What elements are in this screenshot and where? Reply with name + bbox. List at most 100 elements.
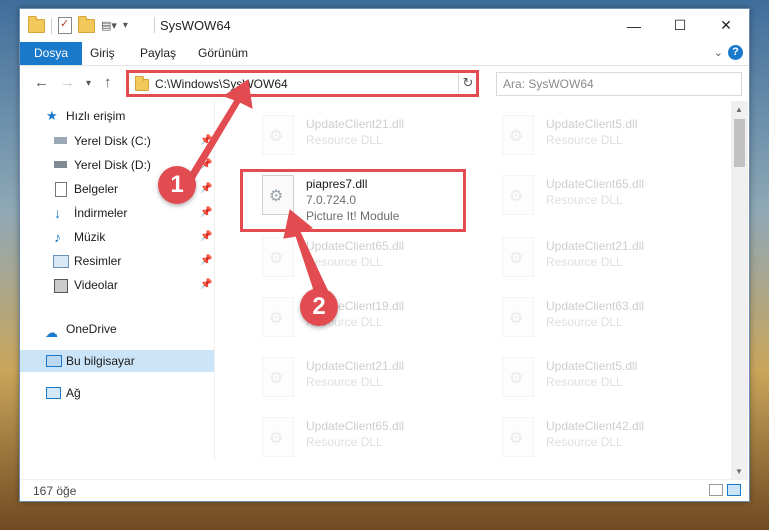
sidebar-item-downloads[interactable]: ↓ İndirmeler 📌	[20, 202, 214, 224]
sidebar-item-videos[interactable]: Videolar 📌	[20, 274, 214, 296]
file-name: UpdateClient21.dll	[546, 239, 645, 253]
ribbon-tabs: Dosya Giriş Paylaş Görünüm ⌄ ?	[20, 42, 749, 66]
pictures-icon	[53, 255, 69, 268]
sidebar-item-label: Yerel Disk (C:)	[74, 134, 151, 148]
back-button[interactable]: ←	[34, 74, 49, 91]
maximize-button[interactable]: ☐	[657, 9, 703, 42]
sidebar-item-network[interactable]: Ağ	[20, 382, 214, 404]
list-item[interactable]: UpdateClient65.dll Resource DLL	[256, 231, 466, 283]
file-type: Resource DLL	[306, 375, 383, 389]
list-item[interactable]: UpdateClient65.dll Resource DLL	[256, 411, 466, 461]
list-item[interactable]: UpdateClient63.dll Resource DLL	[496, 291, 706, 343]
list-item[interactable]: UpdateClient42.dll Resource DLL	[496, 411, 706, 461]
pin-icon[interactable]: 📌	[200, 178, 212, 200]
view-buttons	[709, 484, 741, 496]
file-type: Resource DLL	[546, 375, 623, 389]
search-input[interactable]: Ara: SysWOW64	[496, 72, 742, 96]
sidebar-item-label: Bu bilgisayar	[66, 354, 135, 368]
scrollbar-thumb[interactable]	[734, 119, 745, 167]
pin-icon[interactable]: 📌	[200, 274, 212, 296]
step-1-badge: 1	[158, 166, 196, 204]
file-name: UpdateClient21.dll	[306, 359, 405, 373]
details-view-icon[interactable]	[709, 484, 723, 496]
sidebar-item-label: Belgeler	[74, 182, 119, 196]
tab-share[interactable]: Paylaş	[128, 42, 188, 65]
scroll-down-icon[interactable]: ▼	[735, 467, 743, 476]
file-type: Resource DLL	[546, 435, 623, 449]
pin-icon[interactable]: 📌	[200, 130, 212, 152]
sidebar-item-label: Ağ	[66, 386, 81, 400]
vertical-scrollbar[interactable]: ▲ ▼	[731, 101, 748, 479]
pin-icon[interactable]: 📌	[200, 226, 212, 248]
sidebar-item-drive-c[interactable]: Yerel Disk (C:) 📌	[20, 130, 214, 152]
file-name: UpdateClient5.dll	[546, 359, 638, 373]
dll-file-icon	[502, 417, 534, 457]
sidebar-item-label: Videolar	[74, 278, 118, 292]
window-title: SysWOW64	[160, 18, 231, 33]
item-count: 167 öğe	[33, 484, 77, 498]
list-item[interactable]: UpdateClient21.dll Resource DLL	[256, 351, 466, 403]
title-divider	[154, 17, 155, 33]
file-list: UpdateClient21.dll Resource DLL UpdateCl…	[216, 101, 731, 461]
large-icons-view-icon[interactable]	[727, 484, 741, 496]
pin-icon[interactable]: 📌	[200, 154, 212, 176]
file-type: Resource DLL	[306, 133, 383, 147]
computer-icon	[46, 355, 62, 367]
forward-button[interactable]: →	[60, 74, 75, 91]
sidebar-item-music[interactable]: ♪ Müzik 📌	[20, 226, 214, 248]
file-highlight	[240, 169, 466, 232]
step-2-badge: 2	[300, 288, 338, 326]
minimize-button[interactable]: —	[611, 9, 657, 42]
sidebar-item-pictures[interactable]: Resimler 📌	[20, 250, 214, 272]
pin-icon[interactable]: 📌	[200, 202, 212, 224]
up-button[interactable]: ↑	[104, 74, 112, 91]
new-folder-icon[interactable]	[78, 15, 95, 33]
sidebar-item-this-pc[interactable]: Bu bilgisayar	[20, 350, 214, 372]
list-item[interactable]: UpdateClient65.dll Resource DLL	[496, 169, 706, 221]
file-type: Resource DLL	[306, 255, 383, 269]
chevron-down-icon[interactable]: ⌄	[714, 46, 723, 59]
file-name: UpdateClient63.dll	[546, 299, 645, 313]
dll-file-icon	[262, 115, 294, 155]
dll-file-icon	[502, 297, 534, 337]
scroll-up-icon[interactable]: ▲	[735, 105, 743, 114]
dll-file-icon	[262, 237, 294, 277]
star-icon: ★	[46, 108, 58, 123]
file-name: UpdateClient42.dll	[546, 419, 645, 433]
tab-home[interactable]: Giriş	[78, 42, 127, 65]
help-icon[interactable]: ?	[728, 45, 743, 60]
list-item[interactable]: UpdateClient21.dll Resource DLL	[496, 231, 706, 283]
title-bar: ▤▾ ▾ SysWOW64 — ☐ ✕	[20, 9, 749, 42]
file-type: Resource DLL	[546, 255, 623, 269]
search-placeholder: Ara: SysWOW64	[503, 77, 594, 91]
customize-toolbar-icon[interactable]: ▤▾	[101, 19, 117, 32]
sidebar-item-label: OneDrive	[66, 322, 117, 336]
tab-view[interactable]: Görünüm	[186, 42, 260, 65]
sidebar-item-quick-access[interactable]: ★ Hızlı erişim	[20, 105, 214, 127]
folder-icon[interactable]	[28, 15, 45, 33]
file-name: UpdateClient65.dll	[306, 239, 405, 253]
tab-file[interactable]: Dosya	[20, 42, 83, 65]
file-name: UpdateClient21.dll	[306, 117, 405, 131]
dll-file-icon	[262, 357, 294, 397]
close-button[interactable]: ✕	[703, 9, 749, 42]
sidebar-item-label: Resimler	[74, 254, 122, 268]
properties-icon[interactable]	[58, 17, 72, 34]
list-item[interactable]: UpdateClient19.dll Resource DLL	[256, 291, 466, 343]
sidebar-item-onedrive[interactable]: ☁ OneDrive	[20, 318, 214, 340]
toolbar-divider	[51, 17, 52, 34]
list-item[interactable]: UpdateClient5.dll Resource DLL	[496, 351, 706, 403]
chevron-down-icon[interactable]: ▾	[123, 20, 128, 31]
music-icon: ♪	[54, 229, 61, 245]
file-type: Resource DLL	[306, 435, 383, 449]
pin-icon[interactable]: 📌	[200, 250, 212, 272]
recent-locations-button[interactable]: ▾	[86, 78, 91, 89]
downloads-icon: ↓	[54, 205, 61, 221]
videos-icon	[54, 279, 68, 293]
status-bar: 167 öğe	[20, 479, 749, 501]
list-item[interactable]: UpdateClient21.dll Resource DLL	[256, 109, 466, 161]
cloud-icon: ☁	[45, 325, 58, 340]
sidebar-item-label: İndirmeler	[74, 206, 128, 220]
list-item[interactable]: UpdateClient5.dll Resource DLL	[496, 109, 706, 161]
file-type: Resource DLL	[546, 133, 623, 147]
